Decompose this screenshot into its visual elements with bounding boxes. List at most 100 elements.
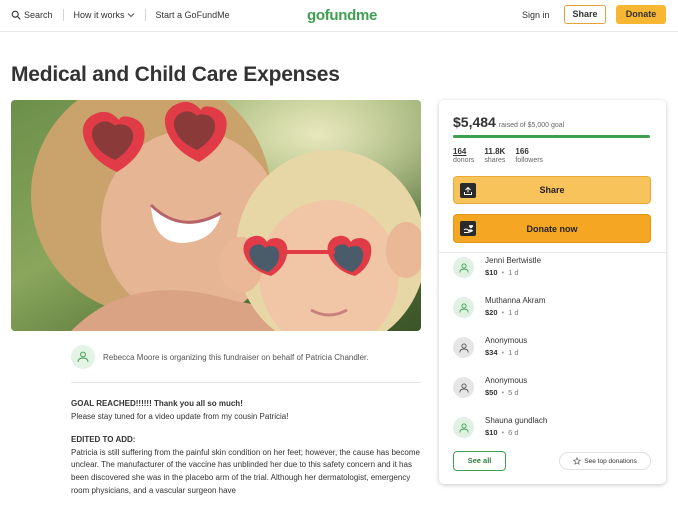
stat-donors-count: 164 [453,147,467,156]
star-icon [573,457,582,465]
progress-bar-fill [453,135,650,138]
donation-amount: $50 [485,388,498,397]
search-icon [11,10,21,20]
stat-donors-label: donors [453,157,475,164]
donor-details: Anonymous $50 • 5 d [485,375,527,397]
separator-dot: • [501,428,505,437]
start-gofundme-link[interactable]: Start a GoFundMe [156,10,230,20]
donor-name: Anonymous [485,336,528,345]
donation-item: Shauna gundlach $10 • 6 d [453,415,653,447]
story-spacer [71,423,426,434]
story-edited-heading: EDITED TO ADD: [71,435,136,445]
donor-meta: $20 • 1 d [485,308,545,317]
donation-item: Muthanna Akram $20 • 1 d [453,295,653,327]
organizer-text: Rebecca Moore is organizing this fundrai… [103,352,369,362]
donation-amount: $34 [485,348,498,357]
header-share-button[interactable]: Share [564,5,606,24]
how-it-works-label: How it works [73,10,125,20]
raised-amount: $5,484 [453,114,496,130]
sign-in-link[interactable]: Sign in [522,10,550,20]
donor-name: Shauna gundlach [485,416,548,425]
section-divider [71,382,421,383]
donation-item: Anonymous $34 • 1 d [453,335,653,367]
search-label: Search [24,10,53,20]
donor-name: Anonymous [485,376,528,385]
donor-avatar [453,257,474,278]
donor-details: Muthanna Akram $20 • 1 d [485,295,545,317]
donor-avatar [453,297,474,318]
donation-sidebar-card: $5,484 raised of $5,000 goal 164 donors … [439,100,666,484]
stat-shares-count: 11.8K [484,147,506,156]
stat-followers-label: followers [515,157,544,164]
gofundme-logo[interactable]: gofundme [307,7,377,24]
story-video-update: Please stay tuned for a video update fro… [71,411,289,421]
stat-donors[interactable]: 164 donors [453,147,474,164]
story-paragraph: Patricia is still suffering from the pai… [71,447,420,495]
donation-amount: $10 [485,268,498,277]
raised-goal: raised of $5,000 goal [498,122,565,129]
share-button[interactable]: Share [453,176,651,204]
donation-time: 5 d [508,388,519,397]
campaign-photo-illustration [11,100,421,331]
stat-shares-label: shares [484,157,506,164]
separator-dot: • [501,308,505,317]
donor-details: Shauna gundlach $10 • 6 d [485,415,547,437]
donor-details: Jenni Bertwistle $10 • 1 d [485,255,541,277]
nav-left: Search How it works Start a GoFundMe [11,9,230,21]
stat-followers: 166 followers [515,147,543,164]
progress-bar [453,135,650,138]
donor-avatar [453,377,474,398]
campaign-stats: 164 donors 11.8K shares 166 followers [453,147,553,164]
campaign-title: Medical and Child Care Expenses [11,63,340,86]
donation-item: Anonymous $50 • 5 d [453,375,653,407]
user-icon [458,422,469,433]
nav-divider [144,9,146,21]
amount-raised: $5,484 raised of $5,000 goal [453,114,564,130]
donor-avatar [453,337,474,358]
user-icon [458,262,469,273]
donor-avatar [453,417,474,438]
separator-dot: • [501,388,505,397]
heart-hand-icon [77,351,89,363]
donation-time: 6 d [508,428,519,437]
donor-meta: $34 • 1 d [485,348,527,357]
donation-item: Jenni Bertwistle $10 • 1 d [453,255,653,287]
donor-meta: $50 • 5 d [485,388,527,397]
separator-dot: • [501,268,505,277]
separator-dot: • [501,348,505,357]
user-icon [458,342,469,353]
story-goal-reached: GOAL REACHED!!!!!! Thank you all so much… [71,399,243,408]
start-gofundme-label: Start a GoFundMe [155,10,230,20]
donor-name: Jenni Bertwistle [485,256,542,265]
donation-time: 1 d [508,268,519,277]
user-icon [458,382,469,393]
campaign-story: GOAL REACHED!!!!!! Thank you all so much… [71,398,426,497]
organizer-avatar [71,345,95,369]
donate-now-label: Donate now [526,223,578,234]
user-icon [458,302,469,313]
search-link[interactable]: Search [11,10,53,20]
see-top-donations-label: See top donations [584,457,637,465]
donation-amount: $10 [485,428,498,437]
donor-meta: $10 • 6 d [485,428,547,437]
share-button-label: Share [539,185,565,195]
donor-details: Anonymous $34 • 1 d [485,335,527,357]
nav-divider [62,9,64,21]
see-all-button[interactable]: See all [453,451,506,471]
campaign-photo [11,100,421,331]
see-top-donations-button[interactable]: See top donations [559,452,651,470]
donation-amount: $20 [485,308,498,317]
stat-shares: 11.8K shares [484,147,505,164]
how-it-works-menu[interactable]: How it works [74,10,135,20]
donor-meta: $10 • 1 d [485,268,541,277]
header-donate-button[interactable]: Donate [616,5,666,24]
donation-time: 1 d [508,308,519,317]
top-navigation-bar: Search How it works Start a GoFundMe gof… [0,0,678,32]
stat-followers-count: 166 [515,147,529,156]
organizer-info: Rebecca Moore is organizing this fundrai… [71,345,368,369]
donor-name: Muthanna Akram [485,296,546,305]
donation-time: 1 d [508,348,519,357]
chevron-down-icon [127,13,134,18]
donate-now-button[interactable]: Donate now [453,214,651,243]
card-divider [439,252,666,253]
